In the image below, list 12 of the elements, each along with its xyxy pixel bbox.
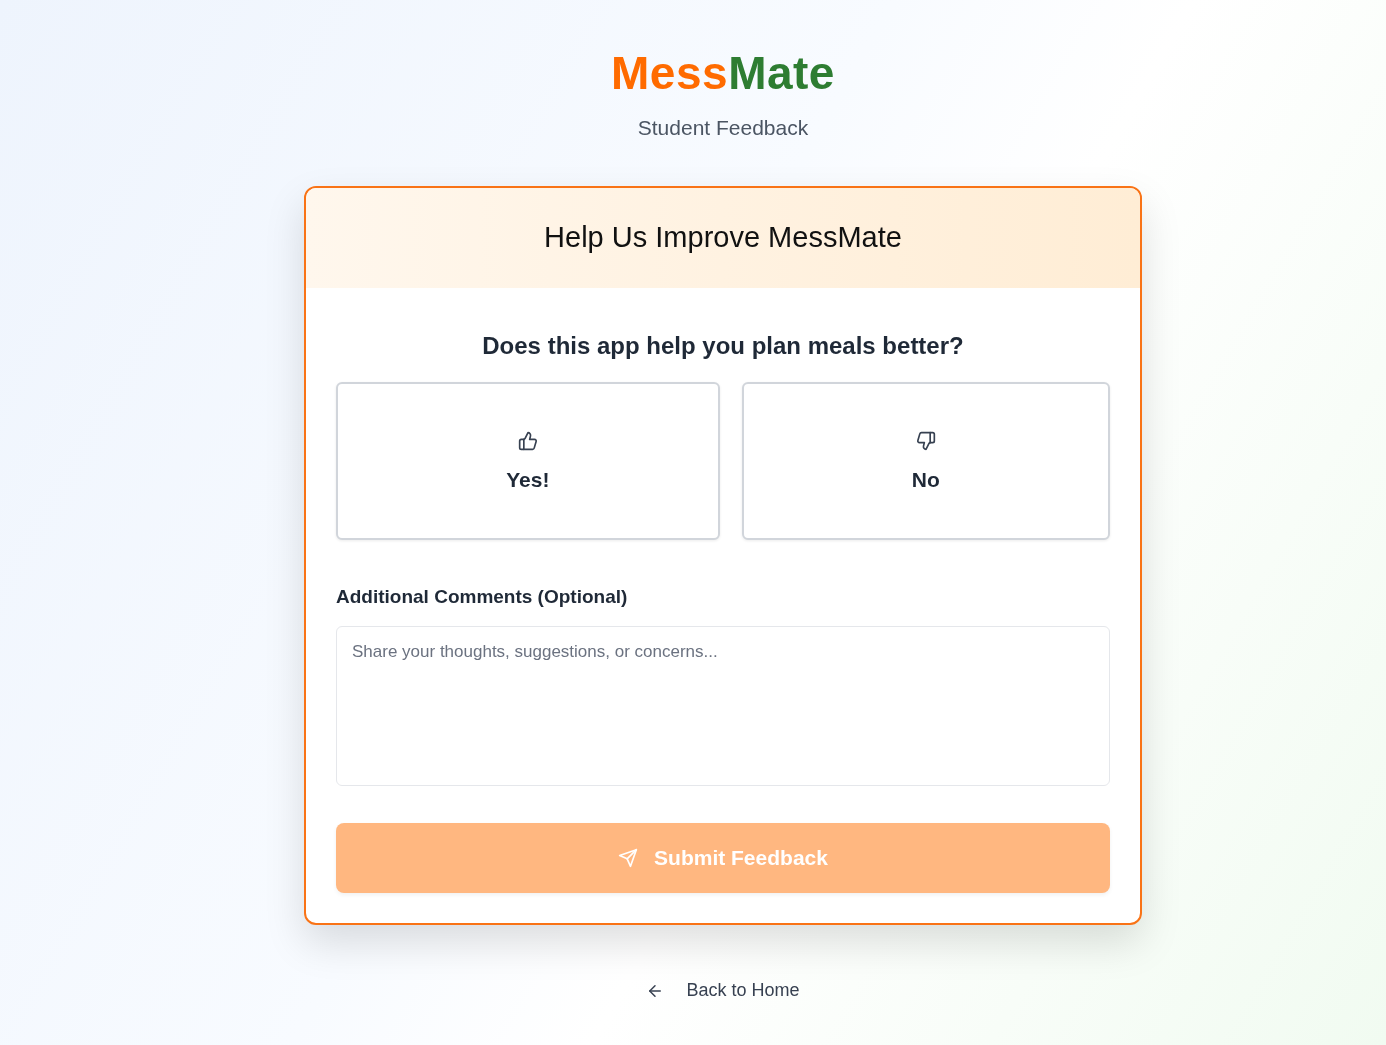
thumbs-down-icon — [915, 430, 936, 451]
send-icon — [618, 848, 639, 869]
comments-label: Additional Comments (Optional) — [336, 586, 629, 610]
page-subtitle: Student Feedback — [637, 114, 809, 140]
brand-logo: MessMate — [611, 47, 835, 99]
answer-option[interactable]: No — [741, 382, 1110, 541]
question-text: Does this app help you plan meals better? — [481, 331, 965, 361]
comments-field[interactable]: Share your thoughts, suggestions, or concerns... — [336, 626, 1110, 787]
back-link[interactable]: Back to Home — [646, 977, 800, 1005]
card-title: Help Us Improve MessMate — [544, 220, 902, 255]
thumbs-up-icon — [517, 430, 538, 451]
answer-option[interactable]: Yes! — [336, 382, 720, 541]
